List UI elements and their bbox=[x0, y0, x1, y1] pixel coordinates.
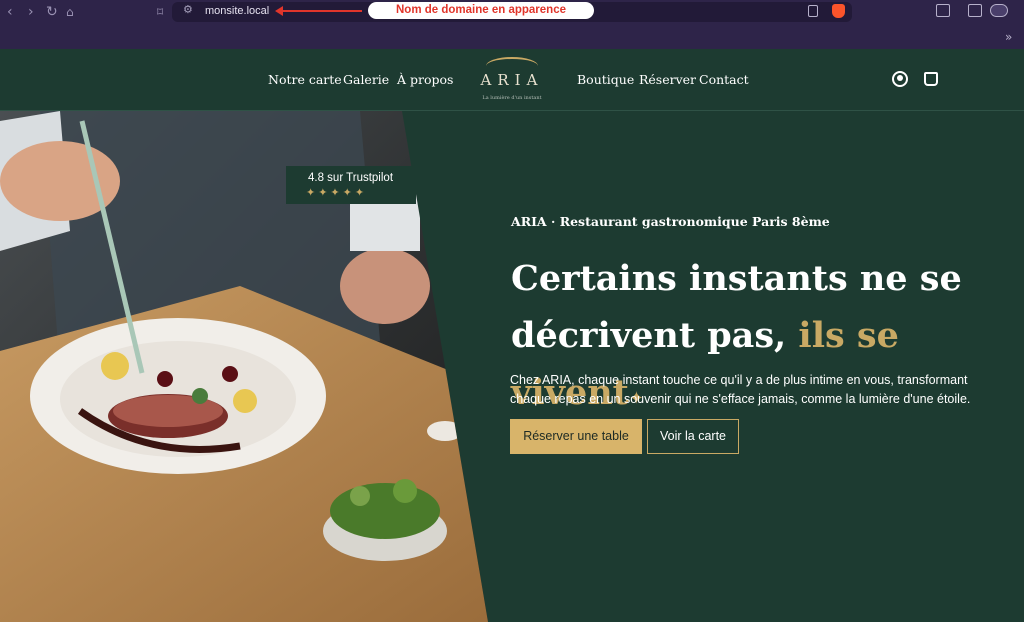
forward-icon[interactable]: › bbox=[28, 4, 34, 20]
rating-stars-icon: ✦✦✦✦✦ bbox=[306, 186, 368, 199]
trustpilot-rating-badge[interactable]: 4.8 sur Trustpilot ✦✦✦✦✦ bbox=[286, 166, 416, 204]
site-logo[interactable]: ARIA La lumière d'un instant bbox=[470, 57, 554, 107]
nav-link-reserver[interactable]: Réserver bbox=[639, 72, 696, 87]
view-menu-button[interactable]: Voir la carte bbox=[647, 419, 739, 454]
hero-title-line1: Certains instants ne se bbox=[511, 258, 962, 299]
cart-icon[interactable] bbox=[924, 72, 938, 86]
url-text[interactable]: monsite.local bbox=[205, 5, 269, 17]
annotation-arrowhead bbox=[275, 6, 283, 16]
home-icon[interactable]: ⌂ bbox=[66, 4, 74, 20]
profile-icon[interactable] bbox=[990, 4, 1008, 17]
nav-link-contact[interactable]: Contact bbox=[699, 72, 749, 87]
rating-text: 4.8 sur Trustpilot bbox=[308, 172, 394, 184]
back-icon[interactable]: ‹ bbox=[7, 4, 13, 20]
nav-link-boutique[interactable]: Boutique bbox=[577, 72, 634, 87]
nav-link-notre-carte[interactable]: Notre carte bbox=[268, 72, 342, 87]
annotation-arrow bbox=[282, 10, 362, 12]
account-icon[interactable] bbox=[892, 71, 908, 87]
logo-text: ARIA bbox=[480, 71, 544, 89]
browser-toolbar: ‹ › ↻ ⌂ ⌑ ⚙ monsite.local Nom de domaine… bbox=[0, 0, 1024, 25]
extension-icon[interactable] bbox=[936, 4, 950, 17]
brave-shield-icon[interactable] bbox=[832, 4, 845, 18]
reload-icon[interactable]: ↻ bbox=[46, 4, 58, 20]
bookmark-icon[interactable]: ⌑ bbox=[157, 4, 163, 20]
hero-title-line2: décrivent pas, bbox=[511, 315, 799, 356]
annotation-label: Nom de domaine en apparence bbox=[368, 2, 594, 19]
site-header: Notre carte Galerie À propos ARIA La lum… bbox=[0, 49, 1024, 111]
sidebar-icon[interactable] bbox=[968, 4, 982, 17]
browser-chrome: ‹ › ↻ ⌂ ⌑ ⚙ monsite.local Nom de domaine… bbox=[0, 0, 1024, 49]
nav-link-a-propos[interactable]: À propos bbox=[397, 72, 453, 87]
nav-link-galerie[interactable]: Galerie bbox=[343, 72, 389, 87]
hero-kicker: ARIA · Restaurant gastronomique Paris 8è… bbox=[511, 214, 830, 229]
hero-paragraph: Chez ARIA, chaque instant touche ce qu'i… bbox=[510, 373, 971, 406]
reader-mode-icon[interactable] bbox=[808, 5, 818, 17]
reserve-table-button[interactable]: Réserver une table bbox=[510, 419, 642, 454]
overflow-chevron-icon[interactable]: » bbox=[1005, 30, 1012, 44]
logo-tagline: La lumière d'un instant bbox=[482, 95, 542, 101]
site-settings-icon[interactable]: ⚙ bbox=[183, 3, 193, 16]
